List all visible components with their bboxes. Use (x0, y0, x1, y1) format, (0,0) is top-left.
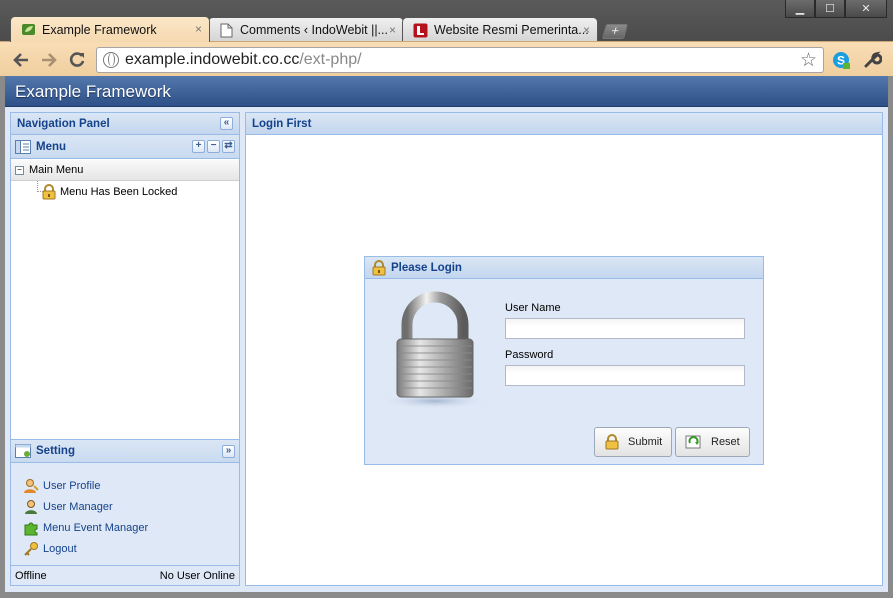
padlock-icon (604, 434, 620, 450)
setting-item-logout[interactable]: Logout (11, 538, 239, 559)
url-host: example.indowebit.co.cc (125, 51, 300, 68)
address-bar[interactable]: example.indowebit.co.cc/ext-php/ ☆ (96, 47, 824, 73)
padlock-icon (41, 184, 57, 200)
padlock-icon (371, 259, 387, 276)
reset-label: Reset (711, 436, 740, 448)
setting-item-user-profile[interactable]: User Profile (11, 475, 239, 496)
close-window-button[interactable]: ✕ (845, 0, 887, 18)
collapse-all-icon[interactable]: − (207, 140, 220, 153)
tree-node-menu-locked[interactable]: Menu Has Been Locked (41, 183, 177, 201)
tab-title: Comments ‹ IndoWebit ||... (240, 23, 388, 37)
setting-item-label: User Profile (43, 479, 101, 492)
tab-close-icon[interactable]: × (389, 23, 396, 37)
main-panel: Login First Please Login User Name Passw… (245, 112, 883, 586)
browser-chrome: ▁ ☐ ✕ Example Framework × Comments ‹ Ind… (0, 0, 893, 76)
app-title: Example Framework (15, 82, 171, 101)
setting-item-label: Menu Event Manager (43, 521, 149, 534)
navigation-panel-title: Navigation Panel (17, 117, 110, 130)
tab-close-icon[interactable]: × (195, 22, 202, 36)
app-viewport: Example Framework Navigation Panel « Men… (5, 76, 888, 592)
maximize-button[interactable]: ☐ (815, 0, 845, 18)
setting-item-label: Logout (43, 542, 77, 555)
tab-example-framework[interactable]: Example Framework × (10, 16, 210, 42)
browser-toolbar: example.indowebit.co.cc/ext-php/ ☆ S (0, 41, 893, 76)
skype-extension-icon[interactable]: S (831, 50, 851, 70)
expand-down-icon[interactable]: » (222, 444, 235, 458)
url-path: /ext-php/ (299, 51, 362, 68)
tree-node-label: Main Menu (29, 164, 84, 176)
app-header: Example Framework (5, 76, 888, 107)
tab-title: Example Framework (42, 22, 157, 37)
key-icon (23, 541, 39, 557)
navigation-panel-header: Navigation Panel « (11, 113, 239, 135)
large-padlock-icon (377, 291, 495, 413)
tab-close-icon[interactable]: × (583, 23, 590, 37)
tab-title: Website Resmi Pemerinta... (434, 23, 589, 37)
setting-title: Setting (36, 445, 75, 457)
setting-item-label: User Manager (43, 500, 113, 513)
collapse-left-icon[interactable]: « (220, 117, 233, 130)
user-manager-icon (23, 499, 39, 515)
username-label: User Name (505, 302, 561, 314)
password-input[interactable] (505, 365, 745, 386)
submit-label: Submit (628, 436, 663, 448)
setting-header[interactable]: Setting » (11, 439, 239, 463)
page-icon (219, 23, 234, 38)
wrench-icon[interactable] (862, 50, 883, 70)
setting-item-menu-event-manager[interactable]: Menu Event Manager (11, 517, 239, 538)
connection-status: Offline (15, 569, 47, 582)
refresh-icon[interactable]: ⇄ (222, 140, 235, 153)
user-profile-icon (23, 478, 39, 494)
submit-button[interactable]: Submit (594, 427, 673, 457)
status-bar: Offline No User Online (11, 565, 239, 585)
menu-header[interactable]: Menu + − ⇄ (11, 135, 239, 159)
red-bookmark-icon (413, 23, 428, 38)
bookmark-star-icon[interactable]: ☆ (800, 49, 817, 72)
main-panel-header: Login First (246, 113, 882, 135)
reset-icon (685, 434, 703, 450)
leaf-favicon-icon (21, 22, 36, 37)
username-input[interactable] (505, 318, 745, 339)
setting-item-user-manager[interactable]: User Manager (11, 496, 239, 517)
login-window-title: Please Login (391, 261, 462, 274)
setting-icon (15, 444, 31, 458)
login-window-header: Please Login (365, 257, 763, 279)
reset-button[interactable]: Reset (675, 427, 750, 457)
globe-icon (103, 52, 119, 68)
tree-node-label: Menu Has Been Locked (60, 186, 178, 198)
online-users-status: No User Online (159, 569, 235, 582)
forward-icon[interactable] (38, 49, 60, 71)
new-tab-button[interactable]: + (601, 23, 629, 39)
back-icon[interactable] (10, 49, 32, 71)
tab-strip: Example Framework × Comments ‹ IndoWebit… (10, 16, 629, 42)
tab-comments[interactable]: Comments ‹ IndoWebit ||... × (208, 17, 404, 42)
reload-icon[interactable] (66, 49, 88, 71)
expand-all-icon[interactable]: + (192, 140, 205, 153)
menu-icon (15, 139, 31, 154)
navigation-panel: Navigation Panel « Menu + − ⇄ − Main Men… (10, 112, 240, 586)
setting-list: User Profile User Manager Menu Event Man… (11, 463, 239, 565)
login-window: Please Login User Name Password Submit R… (364, 256, 764, 465)
tree-node-main-menu[interactable]: − Main Menu (11, 160, 239, 181)
minimize-button[interactable]: ▁ (785, 0, 815, 18)
menu-title: Menu (36, 140, 67, 153)
main-panel-title: Login First (252, 117, 312, 130)
tree-collapse-icon[interactable]: − (15, 165, 24, 175)
puzzle-icon (23, 520, 39, 536)
window-controls: ▁ ☐ ✕ (785, 0, 887, 18)
password-label: Password (505, 349, 554, 361)
tab-website-resmi[interactable]: Website Resmi Pemerinta... × (402, 17, 598, 42)
